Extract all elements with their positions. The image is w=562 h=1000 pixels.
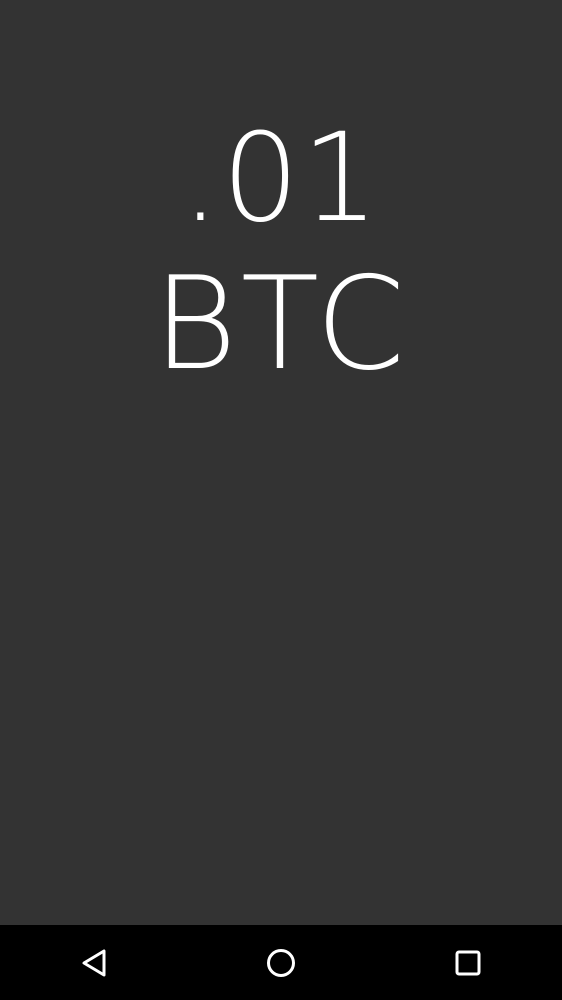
currency-label: BTC [153, 250, 409, 399]
recents-icon [455, 950, 481, 975]
back-icon [82, 949, 106, 976]
screen: .01 BTC [0, 0, 562, 1000]
home-button[interactable] [241, 925, 321, 1000]
system-navigation-bar [0, 925, 562, 1000]
home-icon [267, 948, 295, 977]
content-area: .01 BTC [0, 0, 562, 925]
amount-value: .01 [180, 107, 382, 249]
back-button[interactable] [54, 925, 134, 1000]
recents-button[interactable] [428, 925, 508, 1000]
